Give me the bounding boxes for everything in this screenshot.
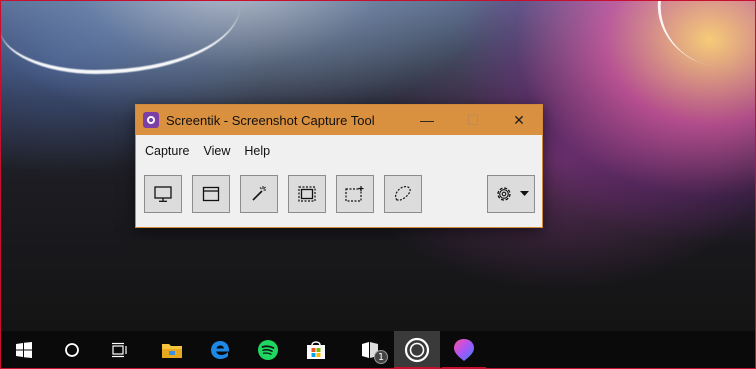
screentik-window: Screentik - Screenshot Capture Tool — ☐ …: [135, 104, 543, 228]
freehand-region-icon: [395, 185, 411, 201]
window-title: Screentik - Screenshot Capture Tool: [166, 112, 375, 128]
settings-button[interactable]: [487, 175, 535, 213]
menu-view[interactable]: View: [196, 144, 237, 158]
paint3d-button[interactable]: [442, 331, 486, 369]
menu-bar: Capture View Help: [136, 135, 542, 167]
menu-capture[interactable]: Capture: [138, 144, 196, 158]
store-icon: [307, 341, 325, 359]
capture-window-button[interactable]: [192, 175, 230, 213]
capture-magic-button[interactable]: [240, 175, 278, 213]
taskbar: 1: [0, 331, 756, 369]
search-button[interactable]: [48, 331, 96, 369]
edge-icon: [211, 341, 230, 359]
rectangle-region-icon: [345, 186, 364, 202]
maximize-button[interactable]: ☐: [450, 105, 496, 135]
notification-badge: 1: [374, 350, 388, 364]
object-region-icon: [298, 186, 316, 202]
capture-object-button[interactable]: [288, 175, 326, 213]
gear-icon: [497, 187, 511, 201]
minimize-button[interactable]: —: [404, 105, 450, 135]
notes-button[interactable]: 1: [346, 331, 394, 369]
search-circle-icon: [65, 343, 79, 357]
start-button[interactable]: [0, 331, 48, 369]
file-explorer-button[interactable]: [148, 331, 196, 369]
magic-wand-icon: [252, 186, 266, 201]
wallpaper-light-trail: [648, 0, 756, 84]
window-icon: [202, 186, 220, 202]
task-view-icon: [112, 342, 127, 358]
store-button[interactable]: [292, 331, 340, 369]
windows-logo-icon: [16, 342, 32, 358]
spotify-icon: [258, 340, 278, 360]
screentik-taskbar-button[interactable]: [394, 331, 440, 369]
capture-rectangle-button[interactable]: [336, 175, 374, 213]
wallpaper-light-trail: [0, 0, 240, 74]
screentik-icon: [404, 337, 430, 363]
caret-down-icon: [520, 191, 529, 196]
monitor-icon: [154, 186, 172, 202]
spotify-button[interactable]: [244, 331, 292, 369]
capture-fullscreen-button[interactable]: [144, 175, 182, 213]
capture-freehand-button[interactable]: [384, 175, 422, 213]
menu-help[interactable]: Help: [237, 144, 277, 158]
capture-toolbar: [136, 167, 542, 227]
paint3d-icon: [454, 339, 474, 361]
folder-icon: [162, 344, 182, 358]
edge-button[interactable]: [196, 331, 244, 369]
close-button[interactable]: ✕: [496, 105, 542, 135]
screentik-app-icon[interactable]: [143, 112, 159, 128]
task-view-button[interactable]: [96, 331, 144, 369]
title-bar[interactable]: Screentik - Screenshot Capture Tool — ☐ …: [136, 105, 542, 135]
